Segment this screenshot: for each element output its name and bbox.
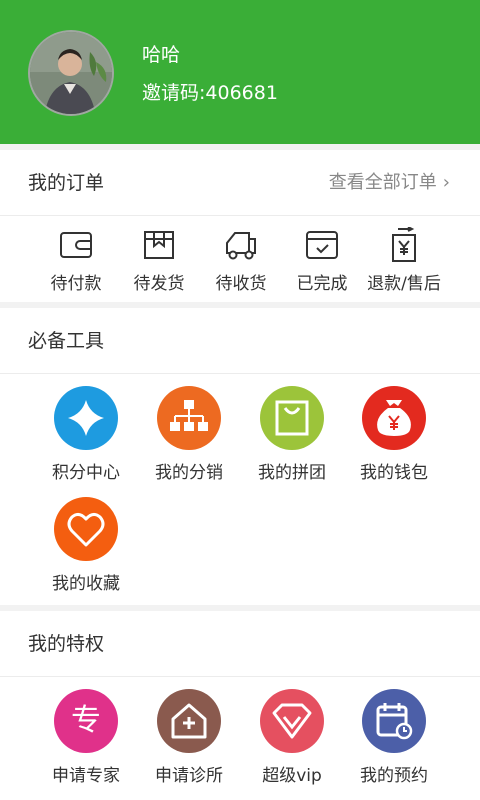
tools-title: 必备工具 [28, 330, 105, 352]
view-all-orders-link[interactable]: 查看全部订单 › [329, 150, 450, 216]
expert-icon: 专 [54, 689, 118, 753]
tool-my-wallet[interactable]: 我的钱包 [344, 386, 444, 483]
invite-code: 邀请码:406681 [142, 82, 278, 104]
order-pending-payment[interactable]: 待付款 [33, 217, 119, 294]
hierarchy-icon [157, 386, 221, 450]
order-pending-receipt[interactable]: 待收货 [198, 217, 284, 294]
completed-icon [306, 231, 338, 259]
privilege-super-vip[interactable]: 超级vip [242, 689, 342, 786]
tool-label: 积分中心 [52, 463, 120, 483]
package-icon [144, 231, 174, 259]
orders-title: 我的订单 [28, 172, 105, 194]
clinic-icon [157, 689, 221, 753]
heart-icon [54, 497, 118, 561]
order-item-label: 退款/售后 [367, 274, 441, 294]
privilege-apply-expert[interactable]: 专 申请专家 [36, 689, 136, 786]
order-pending-shipment[interactable]: 待发货 [116, 217, 202, 294]
truck-icon [226, 232, 256, 260]
refund-icon [392, 227, 416, 262]
privilege-label: 超级vip [262, 766, 322, 786]
user-name: 哈哈 [142, 44, 181, 66]
money-bag-icon [362, 386, 426, 450]
calendar-icon [362, 689, 426, 753]
order-completed[interactable]: 已完成 [279, 217, 365, 294]
privilege-label: 申请专家 [52, 766, 120, 786]
profile-header: 哈哈 邀请码:406681 [0, 0, 480, 144]
tool-points-center[interactable]: 积分中心 [36, 386, 136, 483]
wallet-icon [60, 232, 92, 258]
tool-label: 我的拼团 [258, 463, 326, 483]
privileges-title: 我的特权 [28, 633, 105, 655]
tool-label: 我的分销 [155, 463, 223, 483]
order-refund[interactable]: 退款/售后 [361, 217, 447, 294]
order-item-label: 待收货 [215, 274, 267, 294]
tool-my-distribution[interactable]: 我的分销 [139, 386, 239, 483]
privileges-title-row: 我的特权 [0, 611, 480, 677]
order-item-label: 待付款 [50, 274, 102, 294]
tool-label: 我的收藏 [52, 574, 120, 594]
order-item-label: 已完成 [296, 274, 348, 294]
order-item-label: 待发货 [133, 274, 185, 294]
diamond-icon [260, 689, 324, 753]
order-status-row: 待付款 待发货 待收货 已完成 退款/售后 [0, 217, 480, 307]
privilege-apply-clinic[interactable]: 申请诊所 [139, 689, 239, 786]
chevron-right-icon: › [442, 172, 450, 193]
star-icon [54, 386, 118, 450]
tools-title-row: 必备工具 [0, 308, 480, 374]
orders-title-row: 我的订单 查看全部订单 › [0, 150, 480, 216]
view-all-orders-label: 查看全部订单 [328, 172, 437, 193]
privileges-section: 我的特权 专 申请专家 申请诊所 超级vip 我的预约 [0, 611, 480, 800]
tool-my-favorites[interactable]: 我的收藏 [36, 497, 136, 594]
tool-label: 我的钱包 [360, 463, 428, 483]
shopping-bag-icon [260, 386, 324, 450]
tool-group-buy[interactable]: 我的拼团 [242, 386, 342, 483]
tools-section: 必备工具 积分中心 我的分销 我的拼团 我的钱包 我的收藏 [0, 308, 480, 605]
expert-glyph: 专 [71, 703, 101, 738]
avatar[interactable] [28, 30, 114, 116]
privilege-my-appointments[interactable]: 我的预约 [344, 689, 444, 786]
orders-section: 我的订单 查看全部订单 › 待付款 待发货 待收货 已完成 退款/售后 [0, 150, 480, 302]
privilege-label: 申请诊所 [155, 766, 223, 786]
privilege-label: 我的预约 [360, 766, 428, 786]
